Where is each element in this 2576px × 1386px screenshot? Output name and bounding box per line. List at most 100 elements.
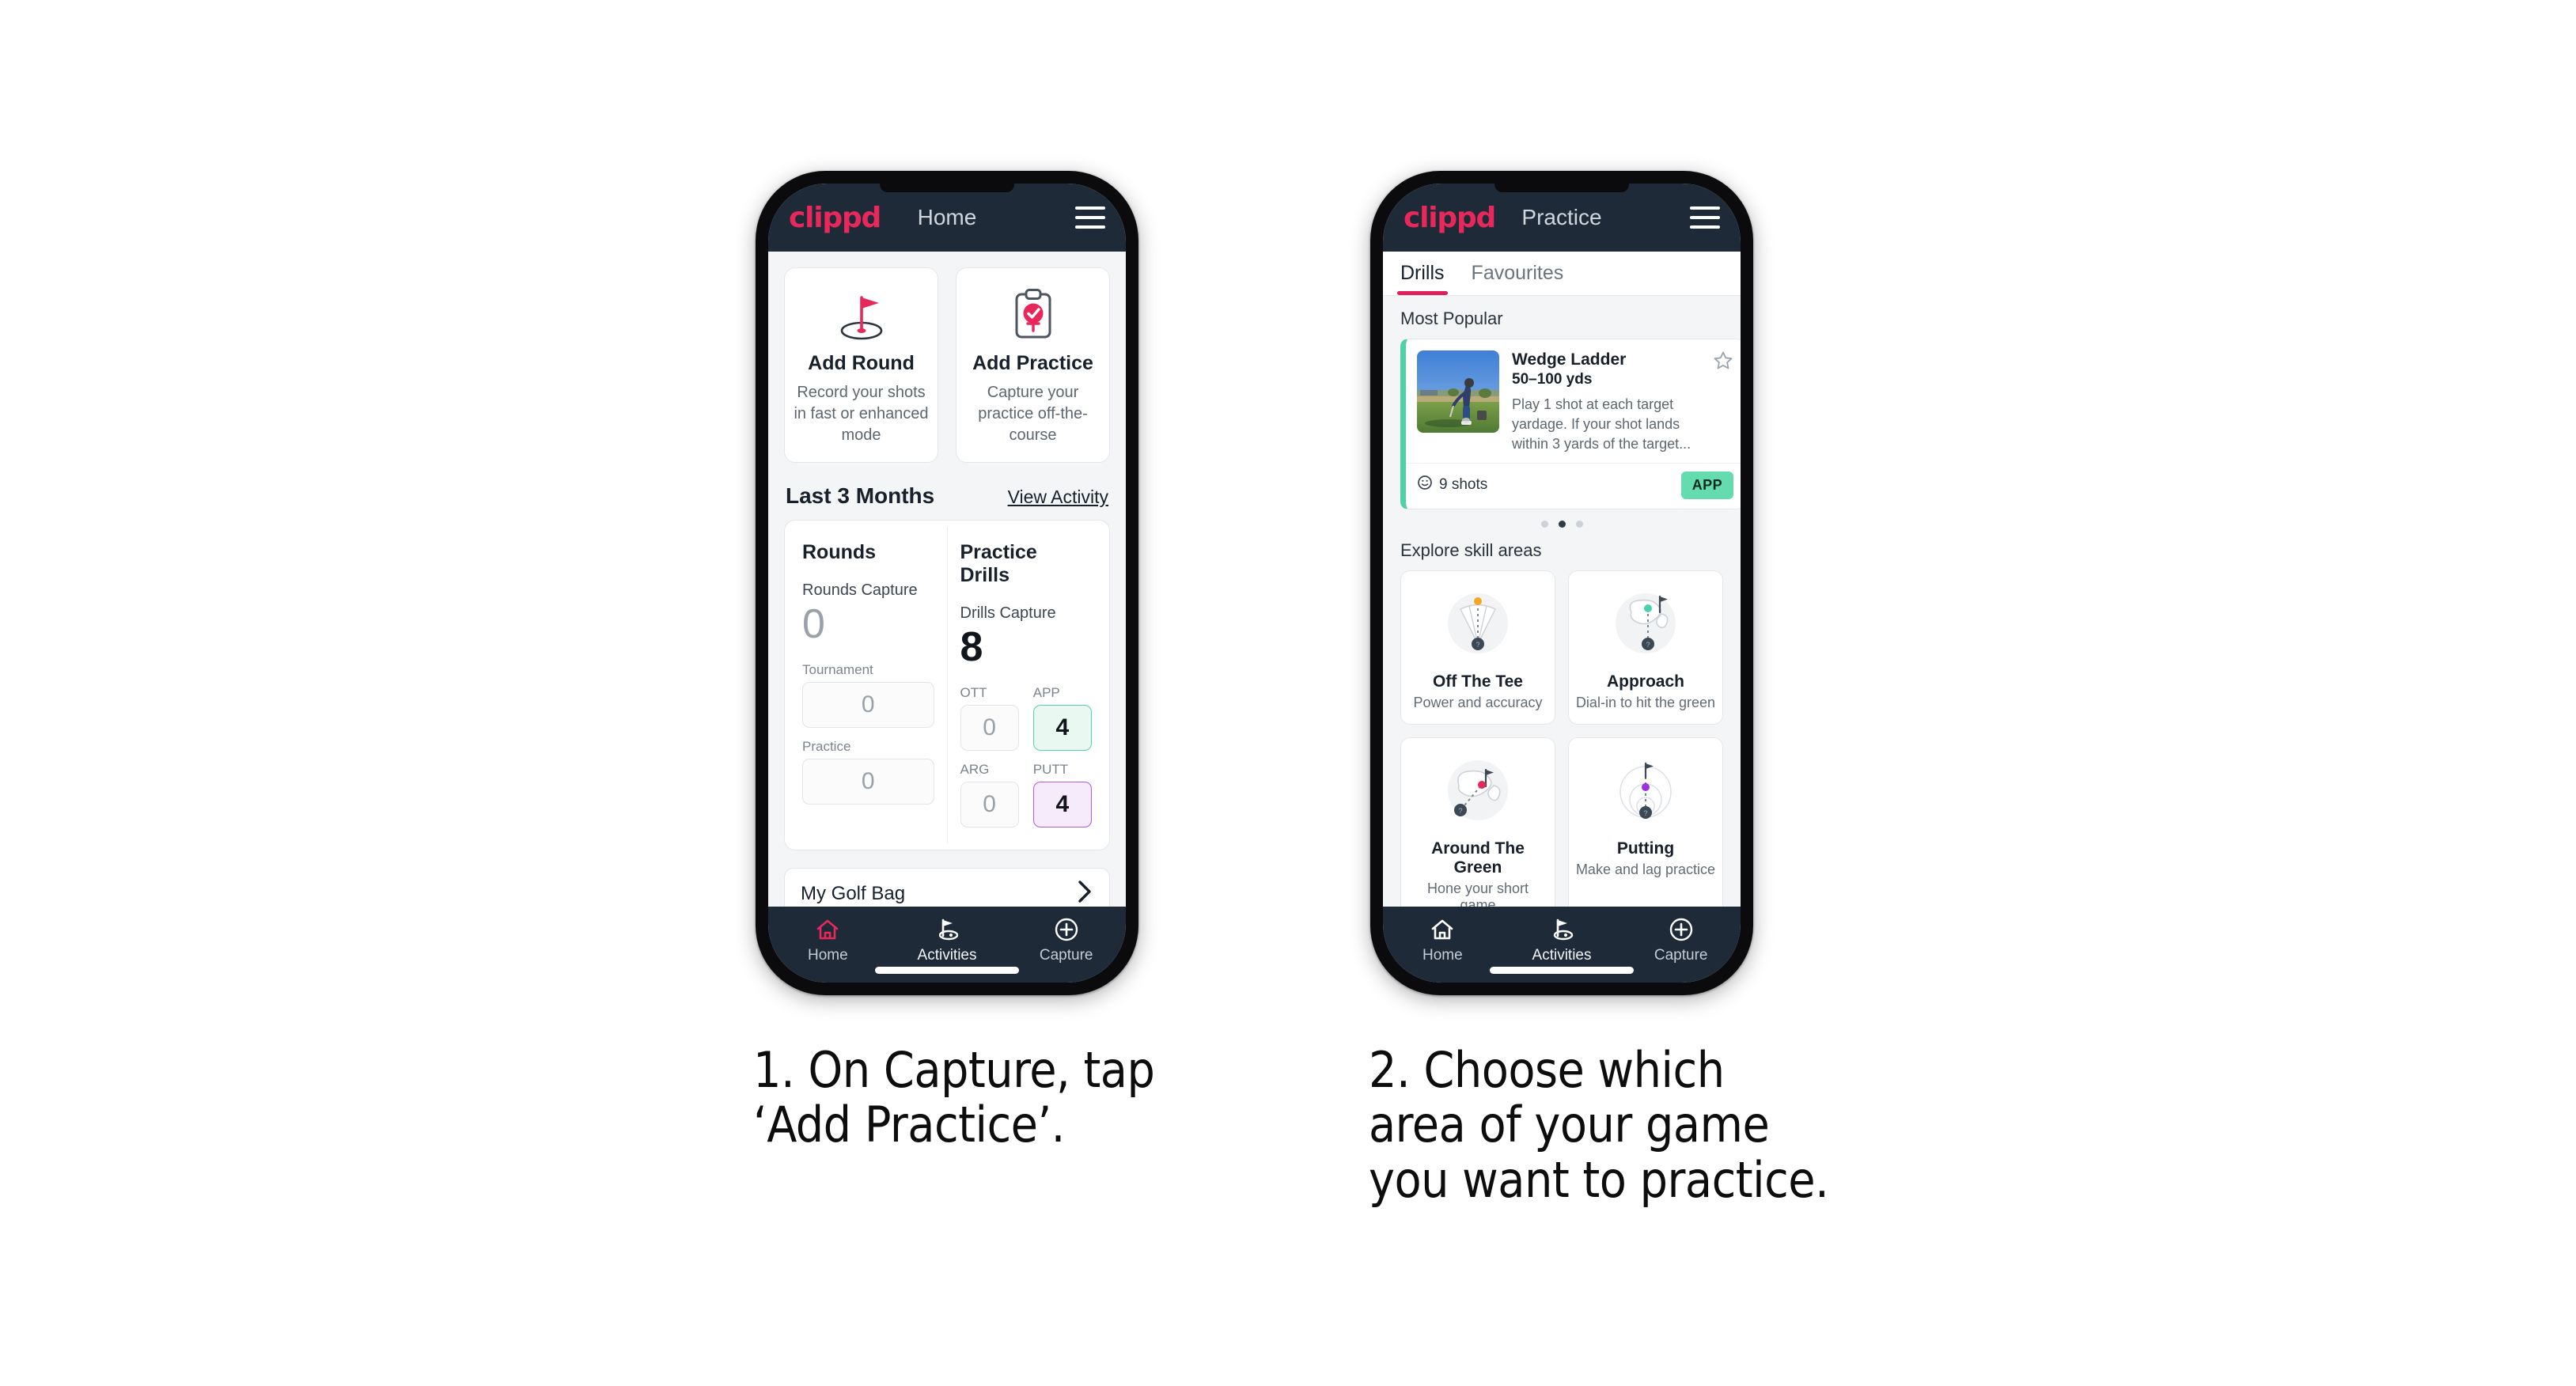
short-game-icon: ? xyxy=(1407,749,1548,835)
clippd-logo: clippd xyxy=(1404,201,1496,234)
flag-hole-icon xyxy=(888,916,1007,943)
skill-card-off-the-tee[interactable]: ? Off The Tee Power and accuracy xyxy=(1400,570,1555,725)
chevron-right-icon xyxy=(1076,880,1093,907)
drill-shots-label: 9 shots xyxy=(1439,476,1488,494)
skill-subtitle: Dial-in to hit the green xyxy=(1575,694,1716,710)
mini-value[interactable]: 4 xyxy=(1032,781,1092,827)
mini-ott: OTT 0 xyxy=(960,685,1019,751)
mini-value[interactable]: 0 xyxy=(802,758,934,805)
skill-subtitle: Hone your short game xyxy=(1426,880,1529,907)
skill-areas-grid: ? Off The Tee Power and accuracy ? Appro… xyxy=(1383,570,1741,907)
drill-description: Play 1 shot at each target yardage. If y… xyxy=(1512,396,1691,453)
hamburger-icon[interactable] xyxy=(1690,206,1720,229)
nav-item-capture[interactable]: Capture xyxy=(1006,916,1126,964)
nav-label: Home xyxy=(807,947,848,964)
home-icon xyxy=(1383,916,1502,943)
add-round-card[interactable]: Add Round Record your shots in fast or e… xyxy=(784,267,938,463)
nav-item-capture[interactable]: Capture xyxy=(1621,916,1741,964)
drill-shots: 9 shots xyxy=(1417,475,1487,495)
nav-item-activities[interactable]: Activities xyxy=(888,916,1007,964)
nav-item-home[interactable]: Home xyxy=(1383,916,1502,964)
add-practice-card[interactable]: Add Practice Capture your practice off-t… xyxy=(956,267,1110,463)
drill-thumbnail xyxy=(1417,350,1499,433)
clipboard-check-icon xyxy=(964,286,1101,346)
nav-label: Home xyxy=(1422,947,1463,964)
nav-label: Capture xyxy=(1654,947,1708,964)
practice-body: Most Popular Wedge Ladder 50–100 yds Pla… xyxy=(1383,296,1741,907)
drills-mini-row-2: ARG 0 PUTT 4 xyxy=(960,762,1092,827)
view-activity-link[interactable]: View Activity xyxy=(1008,487,1108,508)
star-outline-icon[interactable] xyxy=(1713,350,1733,375)
slide-canvas: clippd Home Add Round Record your shots … xyxy=(0,0,2576,1386)
drills-mini-row-1: OTT 0 APP 4 xyxy=(960,685,1092,751)
section-header: Last 3 Months View Activity xyxy=(768,463,1126,520)
svg-text:?: ? xyxy=(1646,641,1650,649)
mini-tournament: Tournament 0 xyxy=(802,662,934,728)
most-popular-heading: Most Popular xyxy=(1400,309,1503,328)
drill-title: Wedge Ladder xyxy=(1512,350,1627,369)
skill-title: Putting xyxy=(1616,839,1675,858)
carousel-dots[interactable] xyxy=(1383,509,1741,532)
mini-app: APP 4 xyxy=(1032,685,1092,751)
mini-value[interactable]: 4 xyxy=(1032,704,1092,751)
flag-in-hole-icon xyxy=(793,286,930,346)
phone-practice: clippd Practice Drills Favourites Most P… xyxy=(1370,171,1753,995)
skill-subtitle: Power and accuracy xyxy=(1413,694,1543,710)
svg-text:?: ? xyxy=(1643,809,1647,817)
home-indicator xyxy=(1490,967,1634,974)
drills-column: Practice Drills Drills Capture 8 OTT 0 A… xyxy=(946,527,1105,843)
skill-title: Approach xyxy=(1606,672,1684,691)
add-round-subtitle: Record your shots in fast or enhanced mo… xyxy=(794,384,929,444)
clock-icon xyxy=(1417,475,1433,495)
nav-item-activities[interactable]: Activities xyxy=(1502,916,1622,964)
home-screen: Add Round Record your shots in fast or e… xyxy=(768,252,1126,907)
mini-label: Tournament xyxy=(802,661,873,677)
skill-card-around-the-green[interactable]: ? Around The Green Hone your short game xyxy=(1400,737,1555,907)
tab-drills[interactable]: Drills xyxy=(1397,252,1448,295)
carousel-dot[interactable] xyxy=(1540,520,1548,528)
carousel-dot[interactable] xyxy=(1575,520,1583,528)
my-golf-bag-row[interactable]: My Golf Bag xyxy=(784,867,1110,907)
plus-circle-icon xyxy=(1006,916,1126,943)
mini-putt: PUTT 4 xyxy=(1032,762,1092,827)
drill-yardage: 50–100 yds xyxy=(1512,371,1593,388)
drills-capture-label: Drills Capture xyxy=(960,604,1056,622)
tab-bar: Drills Favourites xyxy=(1383,252,1741,296)
home-indicator xyxy=(875,967,1019,974)
drill-category-badge: APP xyxy=(1680,471,1733,499)
drill-card-wedge-ladder[interactable]: Wedge Ladder 50–100 yds Play 1 shot at e… xyxy=(1400,339,1741,509)
rounds-heading: Rounds xyxy=(802,541,877,563)
mini-arg: ARG 0 xyxy=(960,762,1019,827)
tab-favourites[interactable]: Favourites xyxy=(1472,252,1564,295)
drills-heading: Practice Drills xyxy=(960,541,1037,586)
add-practice-title: Add Practice xyxy=(972,352,1093,374)
drill-carousel[interactable]: Wedge Ladder 50–100 yds Play 1 shot at e… xyxy=(1383,339,1741,509)
phone-notch xyxy=(1494,184,1629,192)
nav-label: Activities xyxy=(1532,947,1592,964)
mini-value[interactable]: 0 xyxy=(960,704,1019,751)
bottom-nav: Home Activities Capture xyxy=(768,907,1126,983)
skill-subtitle: Make and lag practice xyxy=(1575,861,1716,877)
clippd-logo: clippd xyxy=(789,201,881,234)
skill-card-putting[interactable]: ? Putting Make and lag practice xyxy=(1568,737,1723,907)
nav-label: Activities xyxy=(917,947,977,964)
plus-circle-icon xyxy=(1621,916,1741,943)
my-golf-bag-label: My Golf Bag xyxy=(801,882,906,904)
nav-item-home[interactable]: Home xyxy=(768,916,888,964)
rounds-capture-value: 0 xyxy=(802,601,825,647)
add-practice-subtitle: Capture your practice off-the-course xyxy=(978,384,1088,444)
rounds-mini-row-2: Practice 0 xyxy=(802,739,934,805)
phone-notch xyxy=(880,184,1014,192)
carousel-dot-active[interactable] xyxy=(1558,520,1566,528)
skill-card-approach[interactable]: ? Approach Dial-in to hit the green xyxy=(1568,570,1723,725)
stats-card: Rounds Rounds Capture 0 Tournament 0 Pra… xyxy=(784,520,1110,850)
rounds-column: Rounds Rounds Capture 0 Tournament 0 Pra… xyxy=(790,527,947,843)
bottom-nav: Home Activities Capture xyxy=(1383,907,1741,983)
caption-step-2: 2. Choose which area of your game you wa… xyxy=(1369,1041,1829,1209)
flag-hole-icon xyxy=(1502,916,1622,943)
hamburger-icon[interactable] xyxy=(1075,206,1105,229)
drills-capture-value: 8 xyxy=(960,624,983,670)
mini-value[interactable]: 0 xyxy=(802,681,934,728)
mini-value[interactable]: 0 xyxy=(960,781,1019,827)
nav-label: Capture xyxy=(1039,947,1093,964)
